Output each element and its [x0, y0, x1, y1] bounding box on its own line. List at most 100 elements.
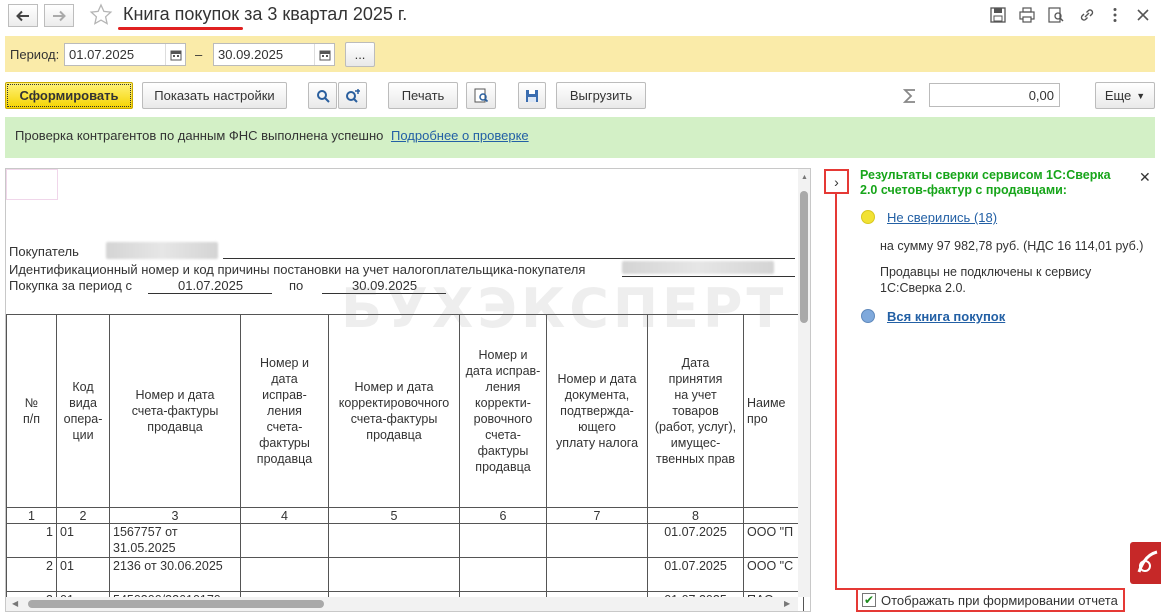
period-label: Период: — [10, 47, 60, 62]
chevron-right-icon: › — [834, 173, 839, 190]
scroll-left-icon[interactable]: ◀ — [12, 599, 18, 608]
save-report-button[interactable] — [518, 82, 546, 109]
period-bar: Период: 01.07.2025 – 30.09.2025 ... — [5, 36, 1155, 72]
scroll-right-icon[interactable]: ▶ — [784, 599, 790, 608]
invoice-number: 1567757 от 31.05.2025 — [109, 523, 241, 558]
save-icon[interactable] — [989, 6, 1007, 24]
column-number: 7 — [546, 507, 648, 524]
forward-button[interactable] — [44, 4, 74, 27]
period-to-input[interactable]: 30.09.2025 — [213, 43, 335, 66]
panel-collapse-button[interactable]: › — [824, 169, 849, 194]
generate-focus-outline — [5, 82, 133, 109]
column-number: 1 — [6, 507, 57, 524]
period-from-value: 01.07.2025 — [69, 47, 135, 62]
period-select-button[interactable]: ... — [345, 42, 375, 67]
table-cell — [546, 557, 648, 592]
vertical-scroll-thumb[interactable] — [800, 191, 808, 323]
column-number: 4 — [240, 507, 329, 524]
column-header: Код вида опера- ции — [56, 314, 110, 508]
column-number: 6 — [459, 507, 547, 524]
find-next-button[interactable] — [338, 82, 367, 109]
panel-close-icon[interactable]: ✕ — [1139, 169, 1151, 186]
operation-code: 01 — [56, 523, 110, 558]
acceptance-date: 01.07.2025 — [647, 523, 744, 558]
check-details-link[interactable]: Подробнее о проверке — [391, 128, 529, 143]
search-next-icon — [345, 88, 360, 103]
column-header: Номер и дата корректировочного счета-фак… — [328, 314, 460, 508]
purchase-book-table: № п/п Код вида опера- ции Номер и дата с… — [6, 314, 804, 611]
period-dash: – — [195, 47, 203, 62]
highlight-connector-h — [835, 588, 857, 590]
column-header: Наиме про — [743, 314, 804, 508]
title-highlight-underline — [118, 27, 243, 30]
app-logo-icon — [1130, 542, 1161, 584]
horizontal-scroll-thumb[interactable] — [28, 600, 324, 608]
corner-cell — [6, 169, 58, 200]
print-preview-button[interactable] — [466, 82, 496, 109]
buyer-label: Покупатель — [9, 244, 79, 259]
show-on-generate-label: Отображать при формировании отчета — [881, 592, 1118, 608]
period-from-underline — [148, 293, 272, 294]
acceptance-date: 01.07.2025 — [647, 557, 744, 592]
table-row[interactable]: 2 01 2136 от 30.06.2025 01.07.2025 ООО "… — [6, 557, 804, 592]
search-icon — [316, 89, 330, 103]
checkbox-checked-icon: ✔ — [862, 593, 876, 607]
calendar-icon — [319, 50, 330, 60]
chevron-down-icon: ▼ — [1136, 90, 1146, 101]
table-row[interactable]: 1 01 1567757 от 31.05.2025 01.07.2025 ОО… — [6, 523, 804, 558]
close-icon[interactable] — [1134, 6, 1152, 24]
invoice-number: 2136 от 30.06.2025 — [109, 557, 241, 592]
favorite-star-icon[interactable] — [89, 3, 113, 27]
report-spreadsheet[interactable]: Покупатель Идентификационный номер и код… — [5, 168, 811, 612]
buyer-name-redacted — [106, 242, 218, 259]
link-icon[interactable] — [1078, 6, 1096, 24]
period-to-value: 30.09.2025 — [218, 47, 284, 62]
preview-icon[interactable] — [1047, 6, 1065, 24]
period-from-report: 01.07.2025 — [178, 278, 244, 293]
seller-name: ООО "П — [743, 523, 804, 558]
table-cell — [546, 523, 648, 558]
back-button[interactable] — [8, 4, 38, 27]
calendar-from-button[interactable] — [165, 44, 185, 65]
table-cell — [328, 557, 460, 592]
column-number: 8 — [647, 507, 744, 524]
seller-name: ООО "С — [743, 557, 804, 592]
table-cell — [240, 557, 329, 592]
buyer-underline — [223, 258, 795, 259]
unmatched-sum-text: на сумму 97 982,78 руб. (НДС 16 114,01 р… — [880, 239, 1144, 253]
column-header: Дата принятия на учет товаров (работ, ус… — [647, 314, 744, 508]
export-button[interactable]: Выгрузить — [556, 82, 646, 109]
column-header: Номер и дата исправ- ления счета- фактур… — [240, 314, 329, 508]
table-cell — [459, 557, 547, 592]
column-number: 5 — [328, 507, 460, 524]
show-on-generate-checkbox[interactable]: ✔ Отображать при формировании отчета — [856, 588, 1125, 612]
row-number: 1 — [6, 523, 57, 558]
blue-status-dot-icon — [861, 309, 875, 323]
column-header: Номер и дата документа, подтвержда- ющег… — [546, 314, 648, 508]
more-button-label: Еще — [1104, 88, 1132, 103]
sum-field[interactable]: 0,00 — [929, 83, 1060, 107]
calendar-to-button[interactable] — [314, 44, 334, 65]
more-vertical-icon[interactable] — [1106, 6, 1124, 24]
operation-code: 01 — [56, 557, 110, 592]
column-number: 2 — [56, 507, 110, 524]
inn-value-redacted — [622, 261, 774, 274]
vertical-scrollbar[interactable]: ▲ — [798, 169, 810, 597]
print-icon[interactable] — [1018, 6, 1036, 24]
more-button[interactable]: Еще ▼ — [1095, 82, 1155, 109]
period-to-label-report: по — [289, 278, 304, 293]
horizontal-scrollbar[interactable]: ◀ ▶ — [6, 597, 798, 611]
floppy-icon — [526, 89, 538, 102]
scroll-up-icon[interactable]: ▲ — [801, 174, 808, 181]
find-button[interactable] — [308, 82, 337, 109]
watermark: БУХЭКСПЕРТ — [341, 277, 788, 340]
arrow-right-icon — [53, 10, 66, 21]
all-purchase-book-link[interactable]: Вся книга покупок — [887, 309, 1005, 324]
yellow-status-dot-icon — [861, 210, 875, 224]
column-number — [743, 507, 804, 524]
period-from-input[interactable]: 01.07.2025 — [64, 43, 186, 66]
unmatched-invoices-link[interactable]: Не сверились (18) — [887, 210, 997, 225]
sigma-icon — [903, 89, 915, 103]
print-button[interactable]: Печать — [388, 82, 458, 109]
show-settings-button[interactable]: Показать настройки — [142, 82, 287, 109]
